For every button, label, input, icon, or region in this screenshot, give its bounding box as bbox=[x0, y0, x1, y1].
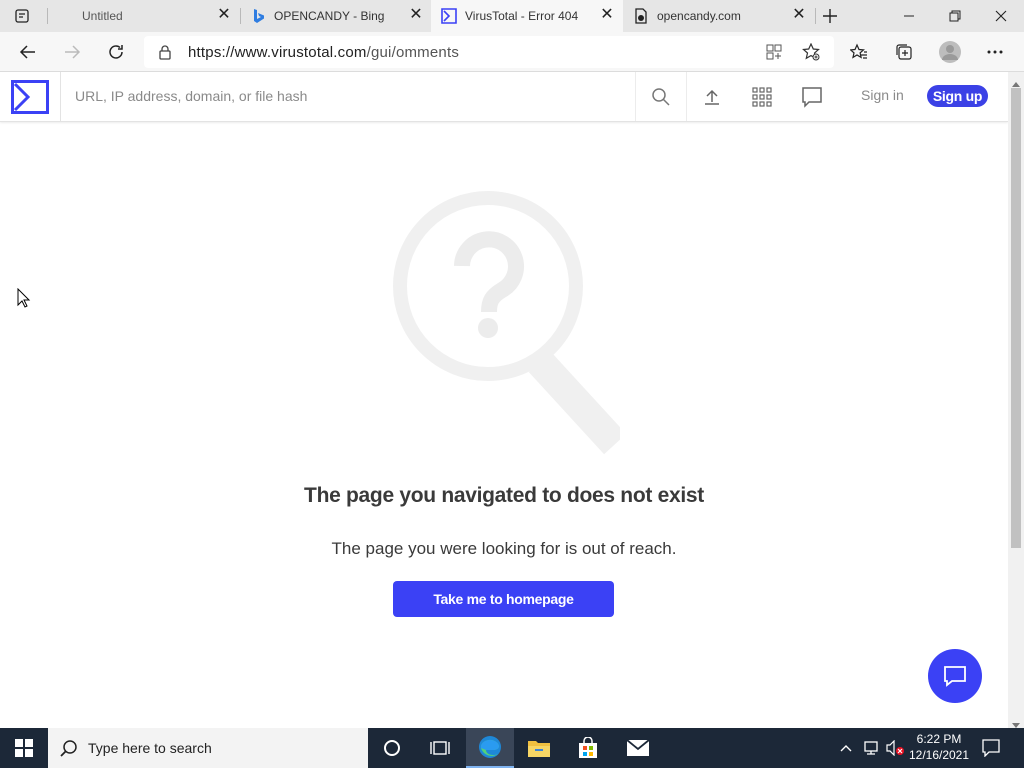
bing-icon bbox=[250, 8, 266, 24]
chat-icon bbox=[944, 666, 966, 687]
tab-label: Untitled bbox=[82, 9, 123, 23]
browser-toolbar: https://www.virustotal.com/gui/omments bbox=[0, 32, 1024, 72]
store-icon[interactable] bbox=[564, 728, 612, 768]
page-content: URL, IP address, domain, or file hash Si… bbox=[0, 72, 1008, 728]
forward-button[interactable] bbox=[56, 36, 88, 68]
mail-icon[interactable] bbox=[614, 728, 662, 768]
windows-icon bbox=[15, 739, 33, 757]
volume-muted-icon[interactable] bbox=[885, 739, 905, 761]
cortana-icon[interactable] bbox=[368, 728, 416, 768]
mouse-cursor-icon bbox=[17, 287, 31, 313]
address-bar[interactable]: https://www.virustotal.com/gui/omments bbox=[144, 36, 834, 68]
tab-label: VirusTotal - Error 404 bbox=[465, 9, 579, 23]
tab-actions-icon[interactable] bbox=[6, 0, 38, 32]
lock-icon[interactable] bbox=[158, 44, 172, 65]
tab-label: opencandy.com bbox=[657, 9, 741, 23]
search-icon bbox=[652, 87, 670, 106]
site-header: URL, IP address, domain, or file hash Si… bbox=[0, 72, 1008, 122]
close-icon[interactable]: ✕ bbox=[599, 7, 615, 23]
back-button[interactable] bbox=[12, 36, 44, 68]
virustotal-icon bbox=[441, 8, 457, 24]
task-view-icon[interactable] bbox=[416, 728, 464, 768]
minimize-button[interactable] bbox=[886, 0, 932, 32]
close-icon[interactable]: ✕ bbox=[408, 7, 424, 23]
url-host: https://www.virustotal.com bbox=[188, 44, 367, 61]
close-icon[interactable]: ✕ bbox=[216, 7, 232, 23]
chat-button[interactable] bbox=[928, 649, 982, 703]
tab-label: OPENCANDY - Bing bbox=[274, 9, 385, 23]
web-page-icon bbox=[633, 8, 649, 24]
browser-tab-strip: Untitled ✕ OPENCANDY - Bing ✕ VirusTotal… bbox=[0, 0, 1024, 32]
collections-icon[interactable] bbox=[888, 36, 920, 68]
vertical-scrollbar[interactable] bbox=[1008, 72, 1024, 728]
settings-more-icon[interactable] bbox=[979, 36, 1011, 68]
start-button[interactable] bbox=[0, 728, 48, 768]
new-tab-button[interactable] bbox=[814, 0, 846, 32]
favorites-icon[interactable] bbox=[843, 36, 875, 68]
tab-untitled[interactable]: Untitled ✕ bbox=[48, 0, 240, 32]
taskbar-search-box[interactable]: Type here to search bbox=[48, 728, 368, 768]
close-icon[interactable]: ✕ bbox=[791, 7, 807, 23]
apps-grid-icon[interactable] bbox=[749, 84, 775, 110]
edge-icon[interactable] bbox=[466, 728, 514, 768]
windows-taskbar: Type here to search 6:22 PM 12/16/2021 bbox=[0, 728, 1024, 768]
sign-up-button[interactable]: Sign up bbox=[927, 85, 988, 107]
error-title: The page you navigated to does not exist bbox=[304, 484, 704, 507]
tab-virustotal[interactable]: VirusTotal - Error 404 ✕ bbox=[431, 0, 623, 32]
restore-button[interactable] bbox=[932, 0, 978, 32]
scroll-up-icon[interactable] bbox=[1012, 74, 1020, 87]
homepage-button[interactable]: Take me to homepage bbox=[393, 581, 614, 617]
comments-icon[interactable] bbox=[799, 84, 825, 110]
search-button[interactable] bbox=[635, 72, 687, 121]
app-available-icon[interactable] bbox=[766, 44, 782, 65]
clock-date: 12/16/2021 bbox=[908, 748, 970, 762]
scrollbar-thumb[interactable] bbox=[1011, 88, 1021, 548]
system-clock[interactable]: 6:22 PM 12/16/2021 bbox=[908, 731, 970, 763]
magnifier-question-icon bbox=[390, 188, 627, 463]
sign-in-link[interactable]: Sign in bbox=[861, 87, 904, 103]
clock-time: 6:22 PM bbox=[916, 732, 962, 746]
search-icon bbox=[60, 739, 78, 762]
show-hidden-icons-icon[interactable] bbox=[838, 740, 854, 761]
url-path: /gui/omments bbox=[366, 44, 460, 61]
upload-icon[interactable] bbox=[699, 84, 725, 110]
virustotal-logo[interactable] bbox=[0, 72, 61, 121]
notifications-icon[interactable] bbox=[982, 739, 1000, 762]
refresh-button[interactable] bbox=[100, 36, 132, 68]
close-window-button[interactable] bbox=[978, 0, 1024, 32]
tab-opencandy[interactable]: opencandy.com ✕ bbox=[623, 0, 815, 32]
add-favorite-icon[interactable] bbox=[802, 42, 820, 66]
taskbar-search-placeholder: Type here to search bbox=[88, 740, 212, 756]
search-input[interactable]: URL, IP address, domain, or file hash bbox=[75, 88, 307, 104]
error-message: The page you were looking for is out of … bbox=[331, 539, 677, 558]
profile-avatar[interactable] bbox=[934, 36, 966, 68]
scroll-down-icon[interactable] bbox=[1012, 716, 1020, 728]
url-text: https://www.virustotal.com/gui/omments bbox=[188, 44, 459, 61]
tab-bing[interactable]: OPENCANDY - Bing ✕ bbox=[240, 0, 432, 32]
network-icon[interactable] bbox=[862, 740, 880, 761]
file-explorer-icon[interactable] bbox=[515, 728, 563, 768]
